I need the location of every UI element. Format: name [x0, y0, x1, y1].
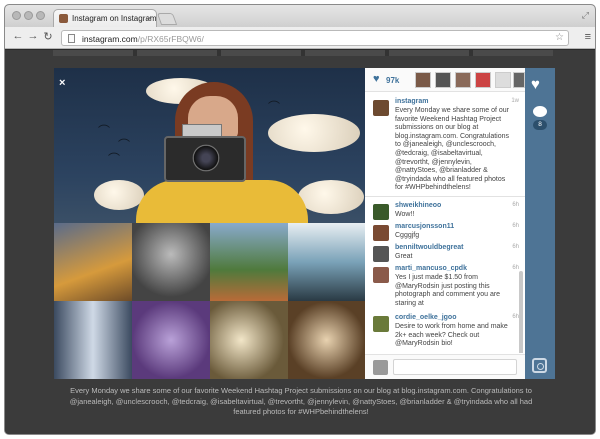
avatar[interactable] — [373, 225, 389, 241]
browser-toolbar: ← → ↻ instagram.com/p/RX65rFBQW6/ ☆ ≡ — [5, 27, 595, 49]
liker-avatar[interactable] — [513, 72, 525, 88]
bird-decoration: ⌒ — [108, 152, 121, 166]
comment-text: Every Monday we share some of our favori… — [395, 107, 510, 192]
comment-username[interactable]: benniltwouldbegreat — [395, 244, 463, 251]
comment-text: Great — [395, 253, 413, 260]
comment-count-badge: 8 — [533, 120, 547, 130]
grid-photo — [210, 301, 288, 379]
comment-username[interactable]: shweikhineoo — [395, 202, 441, 209]
instagram-icon[interactable] — [532, 358, 547, 373]
likes-row: ♥ 97k — [365, 68, 525, 92]
menu-icon[interactable]: ≡ — [585, 31, 591, 43]
grid-photo — [54, 301, 132, 379]
bird-decoration: ⌒ — [98, 124, 111, 138]
close-icon[interactable]: × — [59, 77, 65, 89]
comment-icon[interactable] — [533, 106, 547, 117]
photo-hero: ⌒ ⌒ ⌒ ⌒ — [54, 68, 365, 223]
reload-icon[interactable]: ↻ — [41, 30, 55, 43]
url-path: /p/RX65rFBQW6/ — [137, 34, 204, 44]
grid-photo — [54, 223, 132, 301]
comment-time: 6h — [512, 244, 519, 250]
comment-text: Desire to work from home and make 2k+ ea… — [395, 323, 508, 348]
comment-text: Yes I just made $1.50 from @MaryRodsin j… — [395, 274, 501, 307]
star-icon[interactable]: ☆ — [555, 32, 564, 43]
page-icon — [68, 34, 75, 43]
cloud-decoration — [94, 180, 144, 210]
address-bar[interactable]: instagram.com/p/RX65rFBQW6/ ☆ — [61, 30, 569, 46]
close-window-button[interactable] — [12, 11, 21, 20]
comment-box — [365, 354, 525, 379]
comment-time: 1w — [511, 98, 519, 104]
liker-avatar[interactable] — [475, 72, 491, 88]
tab-close-icon[interactable]: × — [147, 13, 152, 23]
grid-photo — [288, 301, 365, 379]
liker-avatar[interactable] — [495, 72, 511, 88]
comment-username[interactable]: marti_mancuso_cpdk — [395, 265, 467, 272]
cloud-decoration — [298, 180, 364, 214]
photo-grid — [54, 223, 365, 379]
minimize-window-button[interactable] — [24, 11, 33, 20]
comments-scrollbar[interactable] — [519, 271, 523, 353]
liker-avatar[interactable] — [455, 72, 471, 88]
page-overlay: ⌒ ⌒ ⌒ ⌒ × ♥ 97k instagram 1w Every Monda… — [5, 50, 595, 434]
browser-window: Instagram on Instagram × ⤢ ← → ↻ instagr… — [4, 4, 596, 435]
comment-time: 6h — [512, 314, 519, 320]
comment-text: Wow!! — [395, 211, 415, 218]
action-strip: ♥ 8 — [525, 68, 555, 379]
post-photo: ⌒ ⌒ ⌒ ⌒ — [54, 68, 365, 379]
comment-text: Cgggjfg — [395, 232, 420, 239]
tab-instagram[interactable]: Instagram on Instagram × — [53, 9, 157, 27]
bottom-caption: Every Monday we share some of our favori… — [69, 386, 533, 416]
grid-photo — [210, 223, 288, 301]
comment-time: 6h — [512, 223, 519, 229]
heart-icon[interactable]: ♥ — [373, 73, 380, 85]
like-heart-icon[interactable]: ♥ — [531, 76, 540, 93]
avatar[interactable] — [373, 267, 389, 283]
avatar — [373, 360, 388, 375]
forward-icon[interactable]: → — [26, 30, 40, 42]
comments-list[interactable]: instagram 1w Every Monday we share some … — [365, 95, 525, 353]
url-host: instagram.com — [82, 34, 138, 44]
comment-username[interactable]: marcusjonsson11 — [395, 223, 454, 230]
avatar[interactable] — [373, 316, 389, 332]
camera-lens — [192, 144, 220, 172]
fullscreen-icon[interactable]: ⤢ — [582, 10, 589, 21]
grid-photo — [132, 301, 210, 379]
avatar[interactable] — [373, 204, 389, 220]
avatar[interactable] — [373, 246, 389, 262]
likes-count[interactable]: 97k — [386, 76, 399, 85]
tab-title: Instagram on Instagram — [72, 14, 157, 23]
comment-time: 6h — [512, 202, 519, 208]
comment-username[interactable]: instagram — [395, 98, 428, 105]
grid-photo — [132, 223, 210, 301]
instagram-favicon-icon — [59, 14, 68, 23]
liker-avatar[interactable] — [435, 72, 451, 88]
comment-username[interactable]: cordie_oelke_jgoo — [395, 314, 456, 321]
caption-comment: instagram 1w Every Monday we share some … — [365, 95, 525, 197]
comment-input[interactable] — [393, 359, 517, 375]
new-tab-button[interactable] — [156, 13, 178, 25]
person-sweater — [136, 180, 308, 223]
post-sidebar: ♥ 97k instagram 1w Every Monday we share… — [365, 68, 525, 379]
background-feed — [53, 50, 553, 56]
grid-photo — [288, 223, 365, 301]
avatar[interactable] — [373, 100, 389, 116]
back-icon[interactable]: ← — [11, 30, 25, 42]
cloud-decoration — [268, 114, 360, 152]
liker-avatar[interactable] — [415, 72, 431, 88]
zoom-window-button[interactable] — [36, 11, 45, 20]
comment-time: 6h — [512, 265, 519, 271]
title-bar: Instagram on Instagram × ⤢ — [5, 5, 595, 27]
bird-decoration: ⌒ — [268, 100, 281, 114]
